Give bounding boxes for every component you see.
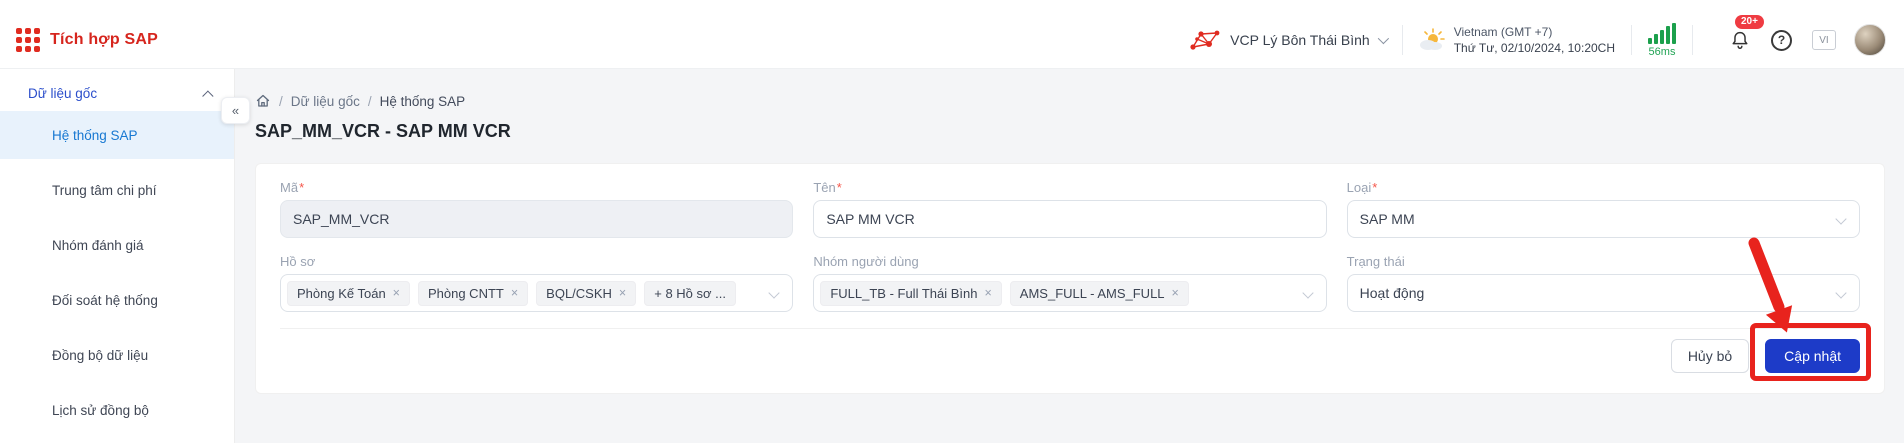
org-selector[interactable]: VCP Lý Bôn Thái Bình (1188, 27, 1389, 53)
breadcrumb-separator: / (279, 93, 283, 109)
sidebar-item-dong-bo-du-lieu[interactable]: Đồng bộ dữ liệu (0, 331, 234, 379)
ten-value: SAP MM VCR (826, 211, 915, 227)
tag-more: + 8 Hồ sơ ... (644, 280, 736, 306)
tag: Phòng Kế Toán × (287, 280, 410, 306)
divider (1631, 25, 1632, 55)
divider (1401, 25, 1403, 55)
notifications-button[interactable]: 20+ (1729, 15, 1764, 51)
tag: Phòng CNTT × (417, 280, 529, 306)
field-label: Nhóm người dùng (813, 254, 919, 269)
trang-thai-select[interactable]: Hoạt động (1346, 274, 1860, 312)
field-nhom-nguoi-dung: Nhóm người dùng FULL_TB - Full Thái Bình… (813, 254, 1327, 312)
loai-value: SAP MM (1359, 211, 1415, 227)
close-icon[interactable]: × (984, 287, 991, 300)
field-label: Tên (813, 180, 836, 195)
home-icon[interactable] (255, 93, 271, 109)
divider (1692, 25, 1693, 55)
tag: AMS_FULL - AMS_FULL × (1009, 280, 1189, 306)
sidebar-item-trung-tam-chi-phi[interactable]: Trung tâm chi phí (0, 166, 234, 214)
field-label: Trạng thái (1346, 254, 1405, 269)
form-actions: Hủy bỏ Cập nhật (280, 323, 1871, 381)
edit-form-card: Mã* SAP_MM_VCR Tên* SAP MM VCR Loại* SAP… (255, 163, 1885, 394)
field-trang-thai: Trạng thái Hoạt động (1346, 254, 1860, 312)
header: Tích hợp SAP VCP Lý Bôn Thái Bình Vietna… (0, 0, 1904, 69)
close-icon[interactable]: × (1172, 287, 1179, 300)
field-label: Mã (280, 180, 299, 195)
weather-icon (1419, 28, 1445, 50)
org-name: VCP Lý Bôn Thái Bình (1230, 32, 1370, 48)
chevron-down-icon (1835, 213, 1847, 225)
field-label: Hồ sơ (280, 254, 316, 269)
close-icon[interactable]: × (511, 287, 518, 300)
chevron-down-icon (1301, 287, 1314, 299)
chevron-down-icon (1835, 287, 1847, 299)
sidebar: Dữ liệu gốc Hệ thống SAP Trung tâm chi p… (0, 69, 235, 443)
page: Tích hợp SAP VCP Lý Bôn Thái Bình Vietna… (0, 0, 1904, 443)
page-title: SAP_MM_VCR - SAP MM VCR (255, 121, 511, 141)
sidebar-nav: Hệ thống SAP Trung tâm chi phí Nhóm đánh… (0, 111, 234, 434)
close-icon[interactable]: × (393, 287, 400, 300)
latency-value: 56ms (1648, 45, 1676, 58)
sidebar-item-he-thong-sap[interactable]: Hệ thống SAP (0, 111, 234, 159)
breadcrumb-he-thong-sap: Hệ thống SAP (379, 93, 466, 109)
breadcrumb-du-lieu-goc[interactable]: Dữ liệu gốc (291, 94, 360, 109)
help-icon: ? (1771, 29, 1792, 51)
ma-value: SAP_MM_VCR (293, 211, 390, 227)
datetime-label: Thứ Tư, 02/10/2024, 10:20CH (1453, 41, 1615, 55)
field-ho-so: Hồ sơ Phòng Kế Toán × Phòng CNTT × BQL/CSK… (280, 254, 794, 312)
form-divider (280, 328, 1860, 329)
app-title: Tích hợp SAP (50, 31, 159, 48)
main-content: / Dữ liệu gốc / Hệ thống SAP SAP_MM_VCR … (235, 69, 1904, 443)
signal-icon (1648, 22, 1676, 44)
field-label: Loại (1346, 180, 1372, 195)
help-button[interactable]: ? (1771, 29, 1792, 51)
close-icon[interactable]: × (619, 287, 626, 300)
app-logo[interactable]: Tích hợp SAP (16, 28, 158, 52)
ma-input: SAP_MM_VCR (280, 200, 794, 238)
chevron-down-icon (768, 287, 780, 299)
latency-indicator: 56ms (1648, 22, 1676, 58)
locale-info: Vietnam (GMT +7) Thứ Tư, 02/10/2024, 10:… (1419, 25, 1615, 55)
cancel-button[interactable]: Hủy bỏ (1670, 339, 1750, 373)
sidebar-item-nhom-danh-gia[interactable]: Nhóm đánh giá (0, 221, 234, 269)
trang-thai-value: Hoạt động (1359, 285, 1425, 301)
notification-badge: 20+ (1735, 15, 1764, 29)
nhom-nguoi-dung-multiselect[interactable]: FULL_TB - Full Thái Bình × AMS_FULL - AMS… (813, 274, 1327, 312)
sidebar-item-lich-su-dong-bo[interactable]: Lịch sử đồng bộ (0, 386, 234, 434)
language-switcher[interactable]: VI (1812, 30, 1836, 50)
ho-so-multiselect[interactable]: Phòng Kế Toán × Phòng CNTT × BQL/CSKH × + 8… (280, 274, 794, 312)
header-right: VCP Lý Bôn Thái Bình Vietnam (GMT +7) Th (1188, 15, 1886, 58)
sidebar-group-label: Dữ liệu gốc (28, 86, 98, 101)
chevron-down-icon (1377, 32, 1389, 45)
field-ma: Mã* SAP_MM_VCR (280, 180, 794, 238)
sidebar-group-du-lieu-goc[interactable]: Dữ liệu gốc (0, 69, 234, 111)
avatar[interactable] (1854, 24, 1886, 56)
grid-logo-icon (16, 28, 40, 52)
required-marker: * (1372, 180, 1378, 195)
chevron-up-icon (202, 89, 214, 102)
field-ten: Tên* SAP MM VCR (813, 180, 1327, 238)
field-loai: Loại* SAP MM (1346, 180, 1860, 238)
network-icon (1190, 30, 1220, 50)
sidebar-item-doi-soat-he-thong[interactable]: Đối soát hệ thống (0, 276, 234, 324)
tag: BQL/CSKH × (536, 280, 637, 306)
loai-select[interactable]: SAP MM (1346, 200, 1860, 238)
tag: FULL_TB - Full Thái Bình × (820, 280, 1002, 306)
breadcrumb: / Dữ liệu gốc / Hệ thống SAP (255, 93, 1886, 109)
sidebar-collapse-button[interactable]: « (221, 97, 250, 124)
ten-input[interactable]: SAP MM VCR (813, 200, 1327, 238)
breadcrumb-separator: / (367, 93, 372, 109)
collapse-icon: « (231, 103, 240, 118)
update-button[interactable]: Cập nhật (1765, 339, 1860, 373)
region-label: Vietnam (GMT +7) (1453, 25, 1553, 39)
required-marker: * (836, 180, 842, 195)
bell-icon (1732, 31, 1748, 49)
required-marker: * (299, 180, 305, 195)
